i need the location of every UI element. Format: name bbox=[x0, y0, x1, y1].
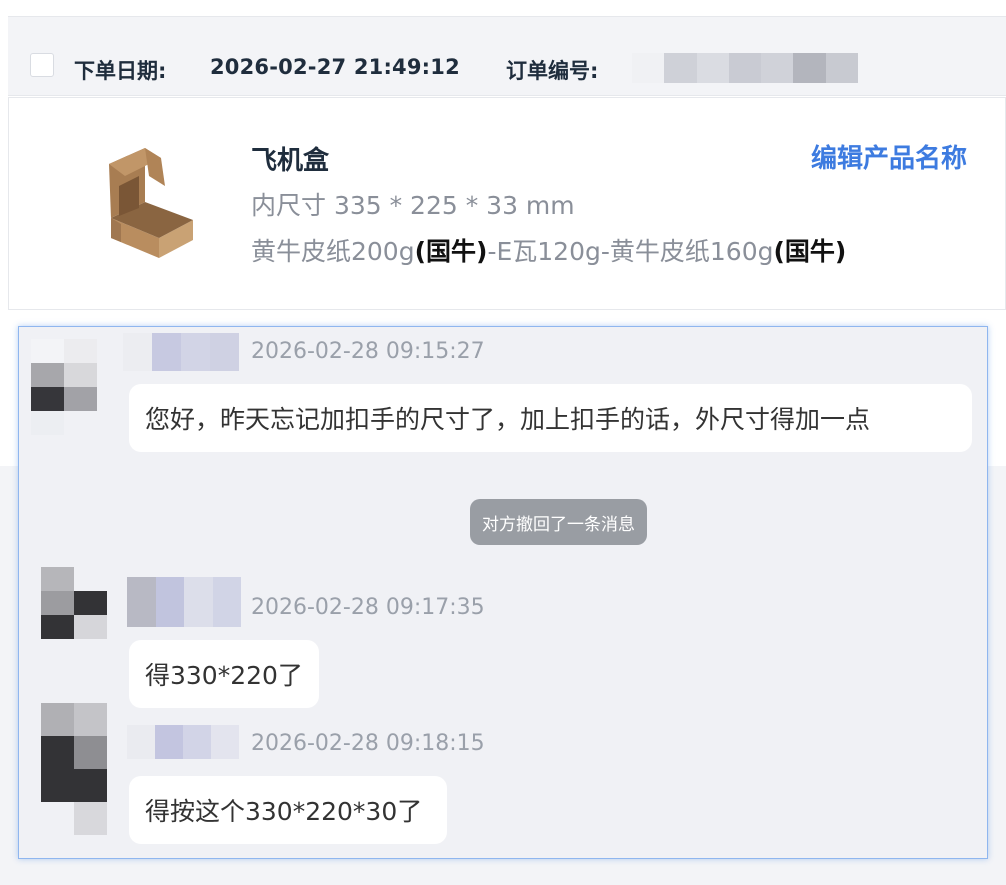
material-part: -E瓦120g-黄牛皮纸160g bbox=[487, 237, 774, 266]
sender-name-redacted bbox=[127, 577, 241, 627]
order-number-redacted bbox=[632, 53, 858, 83]
message-bubble[interactable]: 您好，昨天忘记加扣手的尺寸了，加上扣手的话，外尺寸得加一点 bbox=[129, 384, 972, 452]
product-name: 飞机盒 bbox=[251, 146, 330, 176]
order-header: 下单日期: 2026-02-27 21:49:12 订单编号: bbox=[8, 16, 1006, 96]
message-time: 2026-02-28 09:18:15 bbox=[251, 731, 485, 756]
edit-product-name-link[interactable]: 编辑产品名称 bbox=[811, 138, 967, 175]
message-time: 2026-02-28 09:15:27 bbox=[251, 339, 485, 364]
message-bubble[interactable]: 得按这个330*220*30了 bbox=[129, 776, 447, 844]
product-card: 飞机盒 编辑产品名称 内尺寸 335 * 225 * 33 mm 黄牛皮纸200… bbox=[8, 97, 1006, 310]
product-inner-size: 内尺寸 335 * 225 * 33 mm bbox=[251, 191, 575, 220]
recall-notice: 对方撤回了一条消息 bbox=[470, 499, 647, 545]
avatar bbox=[41, 703, 107, 835]
sender-name-redacted bbox=[127, 725, 239, 759]
material-part: 黄牛皮纸200g bbox=[251, 237, 415, 266]
order-date-value: 2026-02-27 21:49:12 bbox=[210, 55, 460, 79]
mailer-box-image bbox=[109, 148, 193, 258]
sender-name-redacted bbox=[123, 333, 239, 371]
order-select-checkbox[interactable] bbox=[30, 53, 54, 77]
product-material: 黄牛皮纸200g(国牛)-E瓦120g-黄牛皮纸160g(国牛) bbox=[251, 232, 846, 268]
order-number-label: 订单编号: bbox=[506, 59, 599, 83]
avatar bbox=[31, 339, 97, 435]
order-date-label: 下单日期: bbox=[74, 59, 167, 83]
avatar bbox=[41, 567, 107, 663]
material-brand: (国牛) bbox=[414, 237, 488, 266]
chat-panel: 2026-02-28 09:15:27 您好，昨天忘记加扣手的尺寸了，加上扣手的… bbox=[18, 326, 988, 859]
message-bubble[interactable]: 得330*220了 bbox=[129, 640, 319, 708]
material-brand: (国牛) bbox=[773, 237, 847, 266]
message-time: 2026-02-28 09:17:35 bbox=[251, 595, 485, 620]
